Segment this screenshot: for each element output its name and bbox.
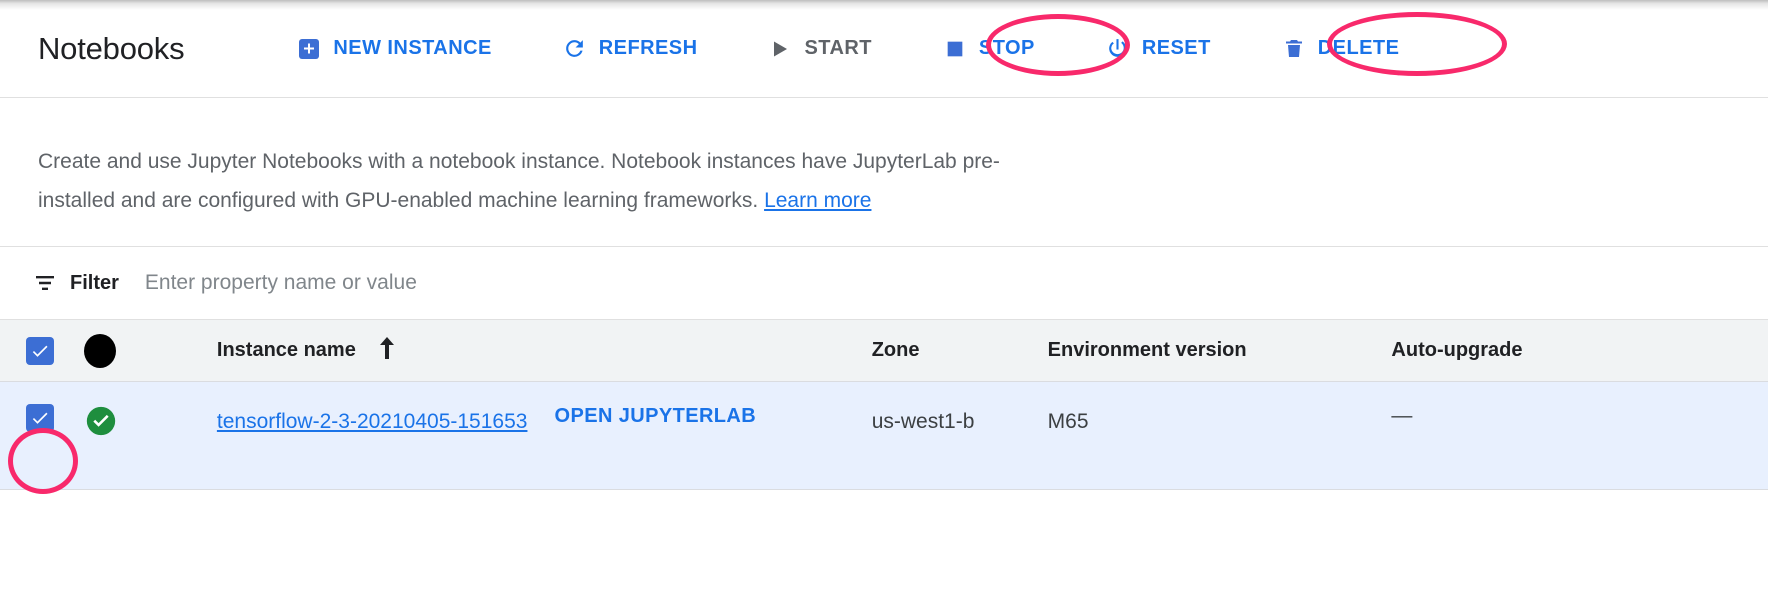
description-paragraph: Create and use Jupyter Notebooks with a …	[38, 142, 1038, 220]
page-description: Create and use Jupyter Notebooks with a …	[0, 98, 1768, 247]
environment-value: M65	[1047, 410, 1089, 433]
row-open-cell: OPEN JUPYTERLAB	[554, 381, 872, 490]
learn-more-link[interactable]: Learn more	[764, 189, 871, 212]
row-autoupgrade-cell: —	[1391, 381, 1768, 490]
header-select-all-cell	[0, 319, 84, 382]
refresh-label: REFRESH	[598, 37, 698, 59]
start-button[interactable]: START	[763, 28, 875, 70]
header-instance-name-cell[interactable]: Instance name	[216, 319, 555, 382]
filter-icon[interactable]	[32, 270, 58, 296]
power-icon	[1105, 36, 1131, 62]
arrow-up-icon	[376, 335, 398, 367]
filter-bar: Filter	[0, 247, 1768, 319]
delete-button[interactable]: DELETE	[1277, 28, 1404, 70]
autoupgrade-value: —	[1391, 404, 1413, 427]
toolbar-actions: NEW INSTANCE REFRESH START STOP RESET DE…	[292, 28, 1403, 70]
filter-input[interactable]	[144, 271, 705, 295]
play-icon	[767, 36, 793, 62]
filled-circle-icon	[83, 333, 116, 368]
header-zone-cell[interactable]: Zone	[871, 319, 1048, 382]
table-header-row: Instance name Zone Environment version A…	[0, 319, 1768, 382]
row-select-checkbox[interactable]	[26, 404, 54, 432]
new-instance-label: NEW INSTANCE	[333, 37, 492, 59]
refresh-icon	[562, 36, 588, 62]
new-instance-button[interactable]: NEW INSTANCE	[292, 28, 495, 70]
header-open-cell	[554, 319, 872, 382]
delete-label: DELETE	[1317, 37, 1400, 59]
plus-box-icon	[296, 36, 322, 62]
header-environment-label: Environment version	[1047, 339, 1247, 361]
header-zone-label: Zone	[871, 339, 920, 361]
trash-icon	[1281, 36, 1307, 62]
zone-value: us-west1-b	[871, 410, 975, 433]
row-instance-name-cell: tensorflow-2-3-20210405-151653	[216, 381, 555, 490]
header-status-cell	[83, 319, 217, 382]
open-jupyterlab-link[interactable]: OPEN JUPYTERLAB	[555, 405, 757, 427]
header-autoupgrade-cell[interactable]: Auto-upgrade	[1391, 319, 1768, 382]
row-environment-cell: M65	[1047, 381, 1392, 490]
refresh-button[interactable]: REFRESH	[558, 28, 702, 70]
filter-label: Filter	[70, 271, 119, 294]
row-status-cell	[83, 381, 217, 490]
header-environment-cell[interactable]: Environment version	[1047, 319, 1392, 382]
start-label: START	[804, 37, 872, 59]
page-title: Notebooks	[38, 30, 185, 66]
row-zone-cell: us-west1-b	[871, 381, 1048, 490]
table-row[interactable]: tensorflow-2-3-20210405-151653 OPEN JUPY…	[0, 381, 1768, 490]
reset-button[interactable]: RESET	[1101, 28, 1215, 70]
instance-name-link[interactable]: tensorflow-2-3-20210405-151653	[217, 410, 528, 433]
stop-button[interactable]: STOP	[938, 28, 1039, 70]
stop-square-icon	[942, 36, 968, 62]
reset-label: RESET	[1141, 37, 1211, 59]
table-body: tensorflow-2-3-20210405-151653 OPEN JUPY…	[0, 381, 1768, 490]
notebooks-table: Instance name Zone Environment version A…	[0, 319, 1768, 490]
check-circle-icon	[84, 406, 118, 443]
row-select-cell	[0, 381, 84, 490]
table-header: Instance name Zone Environment version A…	[0, 319, 1768, 382]
select-all-checkbox[interactable]	[26, 336, 54, 365]
header-autoupgrade-label: Auto-upgrade	[1391, 339, 1523, 361]
header-instance-name-label: Instance name	[216, 339, 356, 361]
notebooks-page: Notebooks NEW INSTANCE REFRESH START STO…	[0, 0, 1768, 592]
stop-label: STOP	[978, 37, 1035, 59]
page-toolbar: Notebooks NEW INSTANCE REFRESH START STO…	[0, 0, 1768, 98]
